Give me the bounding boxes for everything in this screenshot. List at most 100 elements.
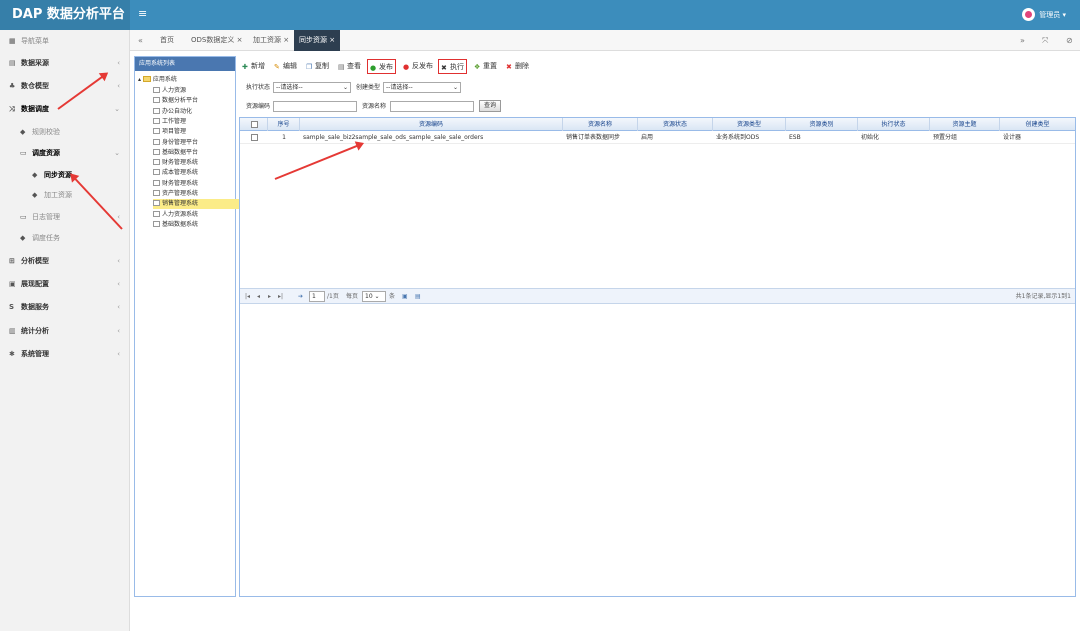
file-icon	[153, 138, 160, 145]
tree-node[interactable]: 基础数据平台	[153, 148, 253, 158]
sidebar-item-warehouse-model[interactable]: ♣ 数仓模型 ‹	[0, 77, 130, 95]
delete-button[interactable]: ✖ 删除	[506, 59, 529, 74]
tree-node[interactable]: 成本管理系统	[153, 168, 253, 178]
tree-node-label: 财务管理系统	[162, 179, 199, 187]
tree-node[interactable]: 销售管理系统	[153, 199, 253, 210]
create-type-select[interactable]: --请选择-- ⌄	[383, 82, 461, 93]
col-name[interactable]: 资源名称	[563, 118, 638, 131]
code-input[interactable]	[273, 101, 357, 112]
table-row[interactable]: 1 sample_sale_biz2sample_sale_ods_sample…	[240, 132, 1075, 144]
add-button[interactable]: ✚ 新增	[242, 59, 265, 74]
sidebar-item-schedule-resource[interactable]: ▭ 调度资源 ⌄	[0, 144, 130, 162]
print-icon[interactable]: ▤	[415, 291, 421, 302]
exec-status-select[interactable]: --请选择-- ⌄	[273, 82, 351, 93]
reset-button[interactable]: ❖ 重置	[474, 59, 497, 74]
publish-button[interactable]: ● 发布	[367, 59, 396, 74]
folder-icon: ▭	[20, 213, 27, 221]
file-icon	[153, 97, 160, 104]
export-icon[interactable]: ▣	[402, 291, 408, 302]
folder-icon: ▭	[20, 149, 27, 157]
dollar-icon: S	[9, 303, 15, 311]
sidebar-item-process-resource[interactable]: ◆ 加工资源	[0, 186, 130, 204]
tab-process-resource[interactable]: 加工资源 ×	[248, 30, 294, 51]
sidebar-item-data-source[interactable]: ▤ 数据采源 ‹	[0, 54, 130, 72]
database-icon: ▤	[9, 59, 16, 67]
per-page-unit: 条	[389, 293, 396, 300]
page-input[interactable]: 1	[309, 291, 325, 302]
tree-node-label: 基础数据平台	[162, 148, 199, 156]
view-button[interactable]: ▤ 查看	[338, 59, 361, 74]
fullscreen-icon[interactable]: ⤧	[1042, 30, 1048, 51]
tree-node[interactable]: 数据分析平台	[153, 96, 253, 106]
chevron-down-icon: ⌄	[114, 149, 120, 157]
file-icon	[153, 169, 160, 176]
shuffle-icon: ⤨	[9, 105, 15, 113]
tree-node[interactable]: 财务管理系统	[153, 158, 253, 168]
sidebar-item-schedule-task[interactable]: ◆ 调度任务	[0, 229, 130, 247]
col-category[interactable]: 资源类别	[786, 118, 858, 131]
last-page-icon[interactable]: ▸|	[278, 291, 283, 302]
col-index[interactable]: 序号	[268, 118, 300, 131]
copy-button[interactable]: ❐ 复制	[306, 59, 329, 74]
tree-node[interactable]: 项目管理	[153, 127, 253, 137]
tree-node[interactable]: 工作管理	[153, 117, 253, 127]
col-exec-status[interactable]: 执行状态	[858, 118, 930, 131]
tree-node[interactable]: 基础数据系统	[153, 220, 253, 230]
execute-button[interactable]: ✖ 执行	[438, 59, 467, 74]
tab-ods-definition[interactable]: ODS数据定义 ×	[186, 30, 247, 51]
tree-node-label: 财务管理系统	[162, 159, 199, 167]
sidebar-item-sync-resource[interactable]: ◆ 同步资源	[0, 166, 130, 184]
file-icon	[153, 87, 160, 93]
cell-exec-status: 初始化	[861, 134, 880, 141]
row-checkbox[interactable]	[251, 134, 258, 141]
select-all-cell[interactable]	[240, 118, 268, 131]
sidebar: ▦ 导航菜单 ▤ 数据采源 ‹ ♣ 数仓模型 ‹ ⤨ 数据调度 ⌄ ◆ 规则校验 ▭ 调度资源 ⌄ …	[0, 30, 130, 631]
query-button[interactable]: 查询	[479, 100, 502, 112]
col-type[interactable]: 资源类型	[713, 118, 786, 131]
go-page-icon[interactable]: ➔	[298, 291, 303, 302]
next-page-icon[interactable]: ▸	[268, 291, 271, 302]
tab-scroll-right-icon[interactable]: »	[1020, 30, 1025, 51]
sidebar-item-rule-check[interactable]: ◆ 规则校验	[0, 123, 130, 141]
name-label: 资源名称	[362, 103, 387, 110]
tree-node[interactable]: 身份管理平台	[153, 138, 253, 148]
col-topic[interactable]: 资源主题	[930, 118, 1000, 131]
sidebar-item-data-service[interactable]: S 数据服务 ‹	[0, 298, 130, 316]
file-icon	[153, 190, 160, 196]
layers-icon: ♣	[9, 82, 16, 90]
tree-node[interactable]: 人力资源	[153, 86, 253, 96]
tree-node-label: 身份管理平台	[162, 138, 199, 146]
tab-home[interactable]: 首页	[155, 30, 179, 51]
tag-icon: ◆	[20, 128, 26, 136]
sidebar-item-statistics[interactable]: ▥ 统计分析 ‹	[0, 322, 130, 340]
user-menu[interactable]: 管理员 ▾	[1022, 8, 1066, 21]
sidebar-item-analysis-model[interactable]: ⊞ 分析模型 ‹	[0, 252, 130, 270]
tree-node[interactable]: 资产管理系统	[153, 189, 253, 199]
file-icon	[153, 128, 160, 135]
col-code[interactable]: 资源编码	[300, 118, 563, 131]
col-status[interactable]: 资源状态	[638, 118, 713, 131]
tree-node[interactable]: 办公自动化	[153, 107, 253, 117]
prev-page-icon[interactable]: ◂	[257, 291, 260, 302]
name-input[interactable]	[390, 101, 474, 112]
tab-scroll-left-icon[interactable]: «	[138, 30, 143, 51]
tree-root[interactable]: ▴ 应用系统	[138, 75, 238, 85]
tree-node-label: 销售管理系统	[162, 200, 199, 208]
chevron-left-icon: ‹	[117, 350, 120, 358]
tab-sync-resource[interactable]: 同步资源 ×	[294, 30, 341, 51]
per-page-select[interactable]: 10 ⌄	[362, 291, 386, 302]
select-all-checkbox[interactable]	[251, 121, 258, 128]
tree-node[interactable]: 人力资源系统	[153, 210, 253, 220]
sidebar-item-display-config[interactable]: ▣ 展现配置 ‹	[0, 275, 130, 293]
tree-node-label: 人力资源	[162, 87, 187, 94]
col-create-type[interactable]: 创建类型	[1000, 118, 1075, 131]
chevron-down-icon: ⌄	[342, 84, 348, 91]
close-all-icon[interactable]: ⊘	[1066, 30, 1073, 51]
edit-button[interactable]: ✎ 编辑	[274, 59, 297, 74]
tree-node[interactable]: 财务管理系统	[153, 179, 253, 189]
sidebar-item-system[interactable]: ✱ 系统管理 ‹	[0, 345, 130, 363]
sidebar-heading: ▦ 导航菜单	[0, 32, 130, 50]
hamburger-icon[interactable]: ≡	[138, 7, 147, 20]
unpublish-button[interactable]: ● 反发布	[403, 59, 433, 74]
first-page-icon[interactable]: |◂	[245, 291, 250, 302]
